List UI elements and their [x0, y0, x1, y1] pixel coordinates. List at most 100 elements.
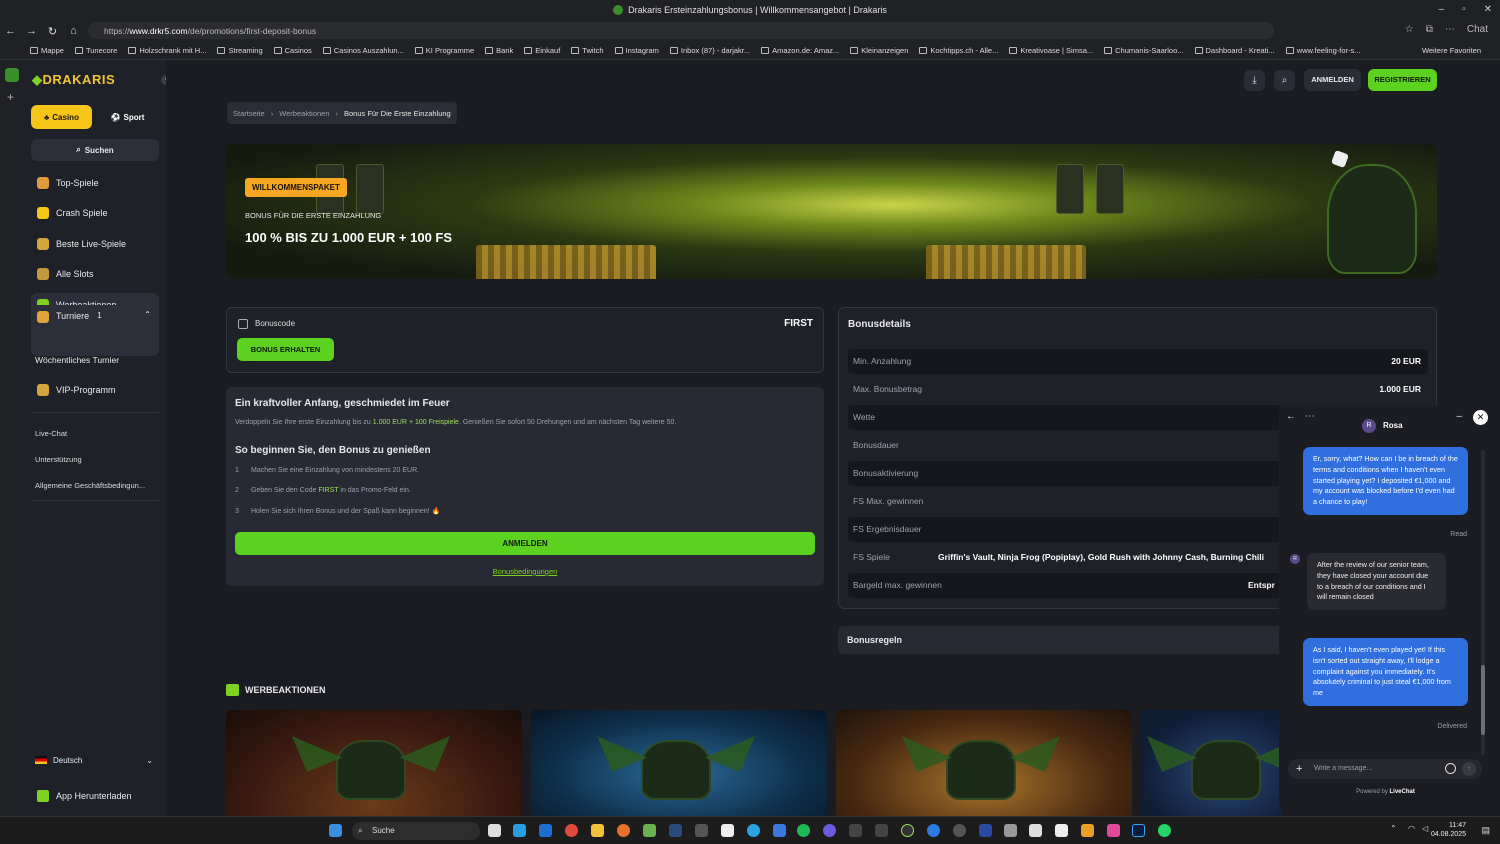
- url-bar[interactable]: https://www.drkr5.com/de/promotions/firs…: [88, 22, 1274, 39]
- discord-icon[interactable]: [823, 824, 836, 837]
- casino-tab[interactable]: ♣ Casino: [31, 105, 92, 129]
- app-icon[interactable]: [849, 824, 862, 837]
- bookmark-item[interactable]: Bank: [485, 46, 513, 55]
- sidebar-item-crash-spiele[interactable]: Crash Spiele: [31, 201, 159, 225]
- search-icon[interactable]: ⌕: [1274, 70, 1295, 91]
- send-icon[interactable]: ↑: [1462, 762, 1476, 776]
- live-chat-link[interactable]: Live-Chat: [35, 429, 67, 438]
- chat-menu-icon[interactable]: ⋯: [1305, 411, 1315, 422]
- nvidia-icon[interactable]: [643, 824, 656, 837]
- breadcrumb-home[interactable]: Startseite: [233, 109, 265, 118]
- signup-button[interactable]: ANMELDEN: [235, 532, 815, 555]
- support-link[interactable]: Unterstützung: [35, 455, 82, 464]
- get-bonus-button[interactable]: BONUS ERHALTEN: [237, 338, 334, 361]
- telegram-icon[interactable]: [747, 824, 760, 837]
- chat-minimize-icon[interactable]: –: [1456, 411, 1462, 422]
- bookmark-item[interactable]: Kochtipps.ch - Alle...: [919, 46, 998, 55]
- bookmark-item[interactable]: Mappe: [30, 46, 64, 55]
- bookmark-item[interactable]: Kreativoase | Simsa...: [1009, 46, 1093, 55]
- taskbar-clock[interactable]: 11:47 04.08.2025: [1431, 821, 1466, 839]
- notification-icon[interactable]: ▤: [1481, 825, 1490, 836]
- start-icon[interactable]: [329, 824, 342, 837]
- bookmark-item[interactable]: Inbox (87) - darjakr...: [669, 46, 750, 55]
- minimize-icon[interactable]: –: [1439, 4, 1445, 15]
- sidebar-item-tournaments[interactable]: Turniere 1 ⌃: [31, 305, 159, 356]
- promo-card-coins[interactable]: [836, 710, 1132, 816]
- breadcrumb-promotions[interactable]: Werbeaktionen: [279, 109, 329, 118]
- app-icon[interactable]: [695, 824, 708, 837]
- photoshop-icon[interactable]: [1132, 824, 1145, 837]
- download-icon[interactable]: ⤓: [1244, 70, 1265, 91]
- chat-message-input[interactable]: + Write a message... ↑: [1288, 759, 1482, 779]
- app-icon[interactable]: [1004, 824, 1017, 837]
- bookmark-item[interactable]: Twitch: [571, 46, 604, 55]
- powered-by-livechat[interactable]: Powered by LiveChat: [1279, 789, 1492, 795]
- bookmark-item[interactable]: Chumanis-Saarloo...: [1104, 46, 1184, 55]
- explorer-icon[interactable]: [591, 824, 604, 837]
- app-download-button[interactable]: App Herunterladen: [31, 784, 159, 808]
- bookmark-item[interactable]: Amazon.de: Amaz...: [761, 46, 839, 55]
- steam-icon[interactable]: [669, 824, 682, 837]
- app-icon[interactable]: [979, 824, 992, 837]
- terms-link[interactable]: Allgemeine Geschäftsbedingun...: [35, 481, 145, 490]
- close-window-icon[interactable]: ✕: [1484, 4, 1492, 15]
- tab-favicon-icon[interactable]: [5, 68, 19, 82]
- wifi-icon[interactable]: ◠: [1408, 824, 1415, 833]
- home-icon[interactable]: ⌂: [63, 25, 84, 37]
- volume-icon[interactable]: ◁: [1422, 824, 1428, 833]
- weekly-tournament-link[interactable]: Wöchentliches Turnier: [35, 355, 119, 365]
- bookmark-item[interactable]: KI Programme: [414, 46, 474, 55]
- firefox-icon[interactable]: [617, 824, 630, 837]
- register-button[interactable]: REGISTRIEREN: [1368, 69, 1437, 91]
- app-icon[interactable]: [1029, 824, 1042, 837]
- bookmark-item[interactable]: Einkauf: [524, 46, 560, 55]
- bookmark-item[interactable]: Instagram: [614, 46, 659, 55]
- extensions-icon[interactable]: ⧉: [1426, 24, 1433, 35]
- bookmark-item[interactable]: Streaming: [217, 46, 263, 55]
- bonus-terms-link[interactable]: Bonusbedingungen: [226, 567, 824, 576]
- bookmark-item[interactable]: Holzschrank mit H...: [128, 46, 206, 55]
- emoji-icon[interactable]: [1445, 763, 1456, 774]
- taskbar-search[interactable]: ⌕ Suche: [352, 822, 480, 840]
- sidebar-item-vip[interactable]: VIP-Programm: [31, 378, 159, 402]
- store-icon[interactable]: [539, 824, 552, 837]
- reload-icon[interactable]: ↻: [42, 25, 63, 38]
- app-icon[interactable]: [1081, 824, 1094, 837]
- promo-card-gem[interactable]: [531, 710, 827, 816]
- forward-icon[interactable]: →: [21, 25, 42, 37]
- new-tab-icon[interactable]: +: [7, 90, 14, 104]
- bonus-code-value[interactable]: FIRST: [784, 318, 813, 329]
- tray-chevron-icon[interactable]: ⌃: [1390, 824, 1397, 833]
- language-selector[interactable]: Deutsch ⌄: [31, 750, 159, 770]
- sidebar-item-top-spiele[interactable]: Top-Spiele: [31, 171, 159, 195]
- back-icon[interactable]: ←: [0, 25, 21, 37]
- app-icon[interactable]: [1107, 824, 1120, 837]
- more-icon[interactable]: ⋯: [1445, 24, 1455, 35]
- search-button[interactable]: ⌕ Suchen: [31, 139, 159, 161]
- spotify-icon[interactable]: [797, 824, 810, 837]
- chevron-up-icon[interactable]: ⌃: [144, 310, 151, 319]
- epic-icon[interactable]: [721, 824, 734, 837]
- chat-back-icon[interactable]: ←: [1286, 411, 1296, 422]
- promo-card-partial[interactable]: [1141, 710, 1281, 816]
- chat-scrollbar[interactable]: [1481, 450, 1485, 755]
- sidebar-item-alle-slots[interactable]: Alle Slots: [31, 262, 159, 286]
- chat-scroll-thumb[interactable]: [1481, 665, 1485, 735]
- copilot-chat-button[interactable]: Chat: [1467, 24, 1488, 35]
- sidebar-item-beste-live-spiele[interactable]: Beste Live-Spiele: [31, 232, 159, 256]
- chrome-icon[interactable]: [565, 824, 578, 837]
- star-icon[interactable]: ☆: [1405, 24, 1414, 35]
- app-icon[interactable]: [953, 824, 966, 837]
- app-icon[interactable]: [1055, 824, 1068, 837]
- bookmark-item[interactable]: Casinos Auszahlun...: [322, 46, 404, 55]
- bookmark-item[interactable]: Casinos: [273, 46, 312, 55]
- login-button[interactable]: ANMELDEN: [1304, 69, 1361, 91]
- app-icon[interactable]: [901, 824, 914, 837]
- more-favorites[interactable]: Weitere Favoriten: [1422, 46, 1481, 55]
- app-icon[interactable]: [875, 824, 888, 837]
- attach-plus-icon[interactable]: +: [1296, 759, 1302, 779]
- task-view-icon[interactable]: [488, 824, 501, 837]
- bookmark-item[interactable]: www.feeling-for-s...: [1285, 46, 1361, 55]
- bookmark-item[interactable]: Kleinanzeigen: [850, 46, 908, 55]
- edge-icon[interactable]: [513, 824, 526, 837]
